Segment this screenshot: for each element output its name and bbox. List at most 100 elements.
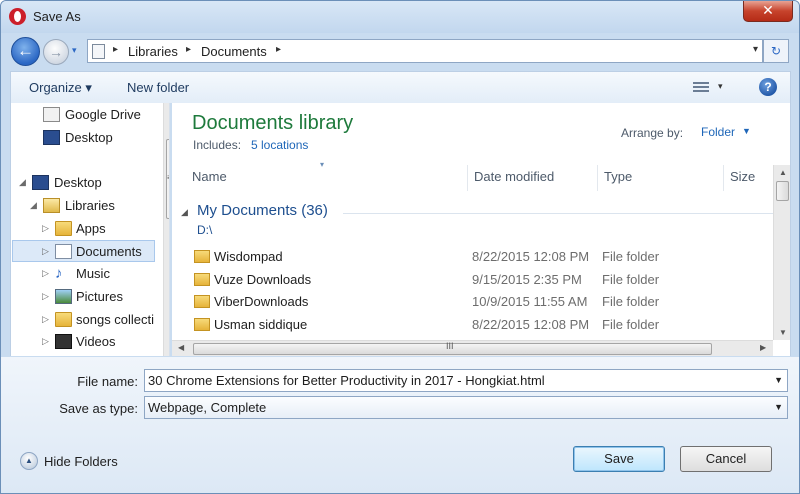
column-header-type[interactable]: Type	[598, 165, 724, 191]
save-button[interactable]: Save	[573, 446, 665, 472]
collapsed-arrow-icon[interactable]: ▷	[42, 268, 49, 279]
file-row[interactable]: Vuze Downloads 9/15/2015 2:35 PM File fo…	[190, 269, 770, 291]
address-bar-row: ← → ▾ ▸ Libraries ▸ Documents ▸ ▾ ↻	[1, 33, 799, 69]
scroll-up-arrow[interactable]: ▲	[779, 168, 787, 177]
organize-button[interactable]: Organize ▾	[29, 80, 92, 96]
file-name: ViberDownloads	[214, 294, 309, 309]
expanded-arrow-icon[interactable]: ◢	[19, 177, 26, 188]
file-row[interactable]: ViberDownloads 10/9/2015 11:55 AM File f…	[190, 291, 770, 313]
sidebar-item-label: Videos	[76, 334, 116, 349]
command-toolbar: Organize ▾ New folder ▾ ?	[10, 71, 791, 103]
sidebar-item-documents[interactable]: ▷ Documents	[12, 240, 155, 262]
address-dropdown-icon[interactable]: ▾	[753, 44, 758, 55]
file-name: Vuze Downloads	[214, 272, 312, 287]
file-row[interactable]: Wisdompad 8/22/2015 12:08 PM File folder	[190, 246, 770, 268]
sidebar-item-label: Apps	[76, 221, 106, 236]
videos-icon	[55, 334, 72, 349]
folder-icon	[194, 273, 210, 286]
file-date: 10/9/2015 11:55 AM	[472, 294, 588, 309]
expanded-arrow-icon[interactable]: ◢	[30, 200, 37, 211]
collapsed-arrow-icon[interactable]: ▷	[42, 336, 49, 347]
save-type-dropdown-icon[interactable]: ▼	[774, 402, 783, 412]
file-type: File folder	[602, 317, 660, 332]
column-header-date-modified[interactable]: Date modified	[468, 165, 598, 191]
breadcrumb-separator[interactable]: ▸	[276, 44, 281, 55]
scroll-left-arrow[interactable]: ◀	[178, 343, 184, 352]
sidebar-item-google-drive[interactable]: Google Drive	[13, 104, 156, 126]
file-name-value[interactable]: 30 Chrome Extensions for Better Producti…	[148, 373, 545, 388]
desktop-icon	[32, 175, 49, 190]
scrollbar-thumb[interactable]	[776, 181, 789, 201]
documents-icon	[55, 244, 72, 259]
sidebar-item-songs-collection[interactable]: ▷ songs collecti	[13, 309, 156, 331]
close-button[interactable]: ✕	[743, 1, 793, 22]
horizontal-scrollbar[interactable]: ◀ III ▶	[172, 340, 773, 356]
breadcrumb-separator[interactable]: ▸	[186, 44, 191, 55]
collapsed-arrow-icon[interactable]: ▷	[42, 291, 49, 302]
file-date: 8/22/2015 12:08 PM	[472, 249, 590, 264]
view-options-dropdown[interactable]: ▾	[718, 81, 723, 92]
sidebar-item-desktop[interactable]: Desktop	[13, 127, 156, 149]
back-button[interactable]: ←	[11, 37, 40, 66]
column-header-name[interactable]: Name	[186, 165, 468, 191]
scroll-down-arrow[interactable]: ▼	[779, 328, 787, 337]
cancel-button[interactable]: Cancel	[680, 446, 772, 472]
library-icon	[92, 44, 105, 59]
folder-icon	[194, 250, 210, 263]
sidebar-item-label: Desktop	[65, 130, 113, 145]
scroll-right-arrow[interactable]: ▶	[760, 343, 766, 352]
sidebar-item-libraries[interactable]: ◢ Libraries	[13, 195, 156, 217]
arrange-dropdown-icon[interactable]: ▼	[742, 126, 751, 136]
sidebar-item-music[interactable]: ▷ ♪ Music	[13, 263, 156, 285]
change-view-icon[interactable]	[693, 81, 709, 93]
new-folder-button[interactable]: New folder	[127, 80, 189, 95]
sidebar-item-apps[interactable]: ▷ Apps	[13, 218, 156, 240]
google-drive-icon	[43, 107, 60, 122]
file-type: File folder	[602, 272, 660, 287]
sidebar-item-label: Libraries	[65, 198, 115, 213]
collapsed-arrow-icon[interactable]: ▷	[42, 246, 49, 257]
collapsed-arrow-icon[interactable]: ▷	[42, 314, 49, 325]
group-collapse-icon[interactable]: ◢	[181, 207, 188, 218]
recent-locations-dropdown[interactable]: ▾	[72, 45, 82, 55]
save-as-type-select[interactable]: Webpage, Complete ▼	[144, 396, 788, 419]
folder-icon	[194, 295, 210, 308]
scroll-down-arrow[interactable]: ▼	[168, 345, 169, 354]
folder-icon	[55, 312, 72, 327]
arrange-by-dropdown[interactable]: Folder	[701, 125, 735, 139]
scrollbar-grip: III	[446, 341, 454, 351]
address-bar[interactable]: ▸ Libraries ▸ Documents ▸ ▾	[87, 39, 763, 63]
refresh-button[interactable]: ↻	[763, 39, 789, 63]
sidebar-item-label: Documents	[76, 244, 142, 259]
file-name-input[interactable]: 30 Chrome Extensions for Better Producti…	[144, 369, 788, 392]
navigation-scrollbar[interactable]: ≡ ▼	[163, 103, 169, 356]
collapsed-arrow-icon[interactable]: ▷	[42, 223, 49, 234]
opera-icon	[9, 8, 26, 25]
vertical-scrollbar[interactable]: ▲ ▼	[773, 165, 790, 340]
sidebar-item-videos[interactable]: ▷ Videos	[13, 331, 156, 353]
file-name: Usman siddique	[214, 317, 308, 332]
window-title: Save As	[33, 9, 81, 24]
library-title: Documents library	[192, 112, 354, 134]
column-header-size[interactable]: Size	[724, 165, 773, 191]
arrange-by-label: Arrange by:	[621, 126, 684, 140]
locations-link[interactable]: 5 locations	[251, 138, 308, 152]
breadcrumb-documents[interactable]: Documents	[201, 44, 267, 59]
group-divider	[343, 213, 781, 214]
sidebar-item-label: Pictures	[76, 289, 123, 304]
forward-button[interactable]: →	[43, 39, 69, 65]
breadcrumb-libraries[interactable]: Libraries	[128, 44, 178, 59]
sidebar-item-pictures[interactable]: ▷ Pictures	[13, 286, 156, 308]
scrollbar-grip: ≡	[167, 173, 169, 182]
file-row[interactable]: Usman siddique 8/22/2015 12:08 PM File f…	[190, 314, 770, 336]
save-as-type-value[interactable]: Webpage, Complete	[148, 400, 266, 415]
group-header[interactable]: My Documents (36)	[197, 202, 328, 219]
hide-folders-label[interactable]: Hide Folders	[44, 454, 118, 469]
sidebar-item-desktop-root[interactable]: ◢ Desktop	[13, 172, 156, 194]
file-name-dropdown-icon[interactable]: ▼	[774, 375, 783, 385]
breadcrumb-separator[interactable]: ▸	[113, 44, 118, 55]
file-date: 8/22/2015 12:08 PM	[472, 317, 590, 332]
sidebar-item-label: songs collecti	[76, 312, 155, 327]
chevron-up-icon[interactable]: ▲	[20, 452, 38, 470]
help-icon[interactable]: ?	[759, 78, 777, 96]
